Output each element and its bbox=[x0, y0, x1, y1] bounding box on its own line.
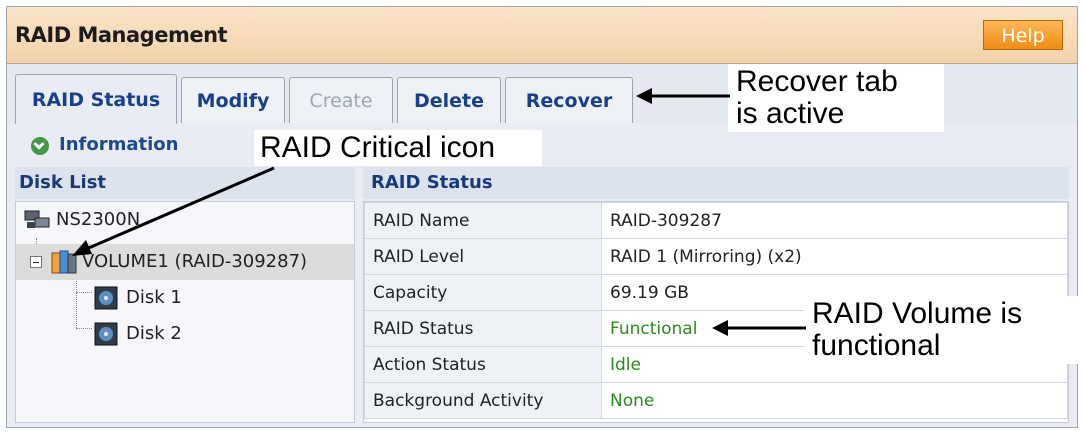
tree-item-label: Disk 2 bbox=[126, 323, 182, 344]
row-label: Action Status bbox=[364, 346, 602, 383]
tree-item-disk-2[interactable]: Disk 2 bbox=[16, 316, 354, 352]
tree-item-label: Disk 1 bbox=[126, 287, 182, 308]
disk-icon bbox=[94, 322, 118, 346]
table-row: Background Activity None bbox=[364, 382, 1068, 419]
row-label: Capacity bbox=[364, 274, 602, 311]
tab-raid-status[interactable]: RAID Status bbox=[15, 74, 177, 124]
disk-icon bbox=[94, 286, 118, 310]
arrow-icon bbox=[72, 166, 275, 256]
tree-item-disk-1[interactable]: Disk 1 bbox=[16, 280, 354, 316]
tab-modify[interactable]: Modify bbox=[181, 77, 285, 123]
arrow-icon bbox=[636, 88, 730, 104]
status-value: None bbox=[601, 382, 1068, 419]
row-value: RAID 1 (Mirroring) (x2) bbox=[601, 238, 1068, 275]
title-bar: RAID Management Help bbox=[7, 7, 1077, 64]
tab-delete[interactable]: Delete bbox=[397, 77, 501, 123]
check-circle-icon bbox=[31, 137, 49, 155]
row-label: RAID Name bbox=[364, 202, 602, 239]
row-label: Background Activity bbox=[364, 382, 602, 419]
table-row: RAID Level RAID 1 (Mirroring) (x2) bbox=[364, 238, 1068, 275]
collapse-icon[interactable] bbox=[30, 256, 42, 268]
row-label: RAID Status bbox=[364, 310, 602, 347]
help-button[interactable]: Help bbox=[983, 20, 1063, 50]
callout-raid-critical: RAID Critical icon bbox=[254, 130, 542, 166]
row-label: RAID Level bbox=[364, 238, 602, 275]
information-row[interactable]: Information bbox=[7, 127, 1077, 165]
tab-recover[interactable]: Recover bbox=[505, 77, 633, 123]
arrow-icon bbox=[712, 320, 806, 336]
table-row: RAID Name RAID-309287 bbox=[364, 202, 1068, 239]
raid-status-header: RAID Status bbox=[363, 167, 1069, 199]
server-icon bbox=[24, 210, 50, 228]
tab-create: Create bbox=[289, 77, 393, 123]
callout-recover-tab: Recover tab is active bbox=[728, 64, 944, 132]
callout-functional: RAID Volume is functional bbox=[804, 296, 1078, 364]
window-title: RAID Management bbox=[15, 23, 228, 47]
row-value: RAID-309287 bbox=[601, 202, 1068, 239]
information-link[interactable]: Information bbox=[59, 134, 178, 155]
